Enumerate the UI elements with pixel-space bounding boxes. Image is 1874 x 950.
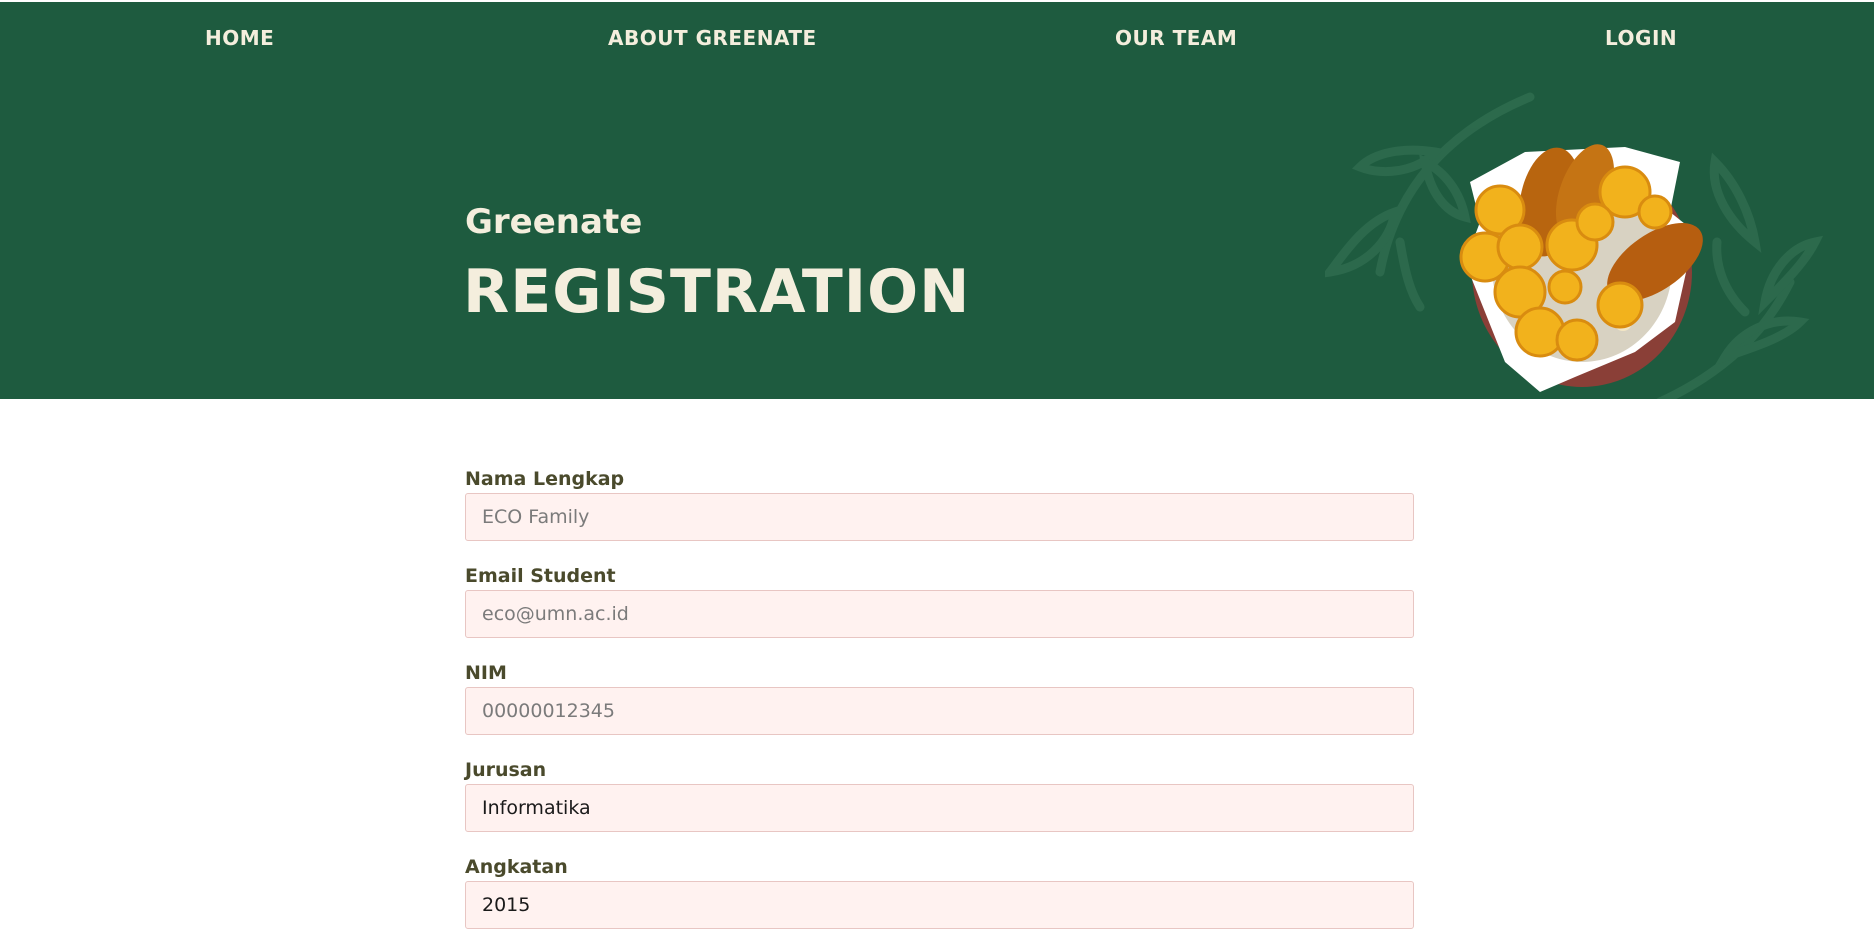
registration-form: Nama Lengkap Email Student NIM Jurusan A… bbox=[465, 465, 1414, 950]
angkatan-input[interactable] bbox=[465, 881, 1414, 929]
hero-subtitle: Greenate bbox=[465, 202, 643, 242]
nim-input[interactable] bbox=[465, 687, 1414, 735]
top-navigation: HOME ABOUT GREENATE OUR TEAM LOGIN bbox=[0, 2, 1874, 74]
field-jurusan: Jurusan bbox=[465, 756, 1414, 853]
nav-team-link[interactable]: OUR TEAM bbox=[1115, 26, 1237, 50]
nav-home-link[interactable]: HOME bbox=[205, 26, 274, 50]
nama-lengkap-label: Nama Lengkap bbox=[465, 468, 625, 490]
field-email-student: Email Student bbox=[465, 562, 1414, 659]
email-student-label: Email Student bbox=[465, 565, 616, 587]
nav-login-link[interactable]: LOGIN bbox=[1605, 26, 1677, 50]
jurusan-label: Jurusan bbox=[465, 759, 547, 781]
jurusan-input[interactable] bbox=[465, 784, 1414, 832]
email-student-input[interactable] bbox=[465, 590, 1414, 638]
fried-chicken-plate-icon bbox=[1325, 92, 1824, 399]
nav-about-link[interactable]: ABOUT GREENATE bbox=[608, 26, 817, 50]
angkatan-label: Angkatan bbox=[465, 856, 568, 878]
page-title: REGISTRATION bbox=[463, 257, 971, 327]
nama-lengkap-input[interactable] bbox=[465, 493, 1414, 541]
field-nim: NIM bbox=[465, 659, 1414, 756]
hero-banner: HOME ABOUT GREENATE OUR TEAM LOGIN Green… bbox=[0, 2, 1874, 399]
nim-label: NIM bbox=[465, 662, 507, 684]
field-angkatan: Angkatan bbox=[465, 853, 1414, 950]
field-nama-lengkap: Nama Lengkap bbox=[465, 465, 1414, 562]
